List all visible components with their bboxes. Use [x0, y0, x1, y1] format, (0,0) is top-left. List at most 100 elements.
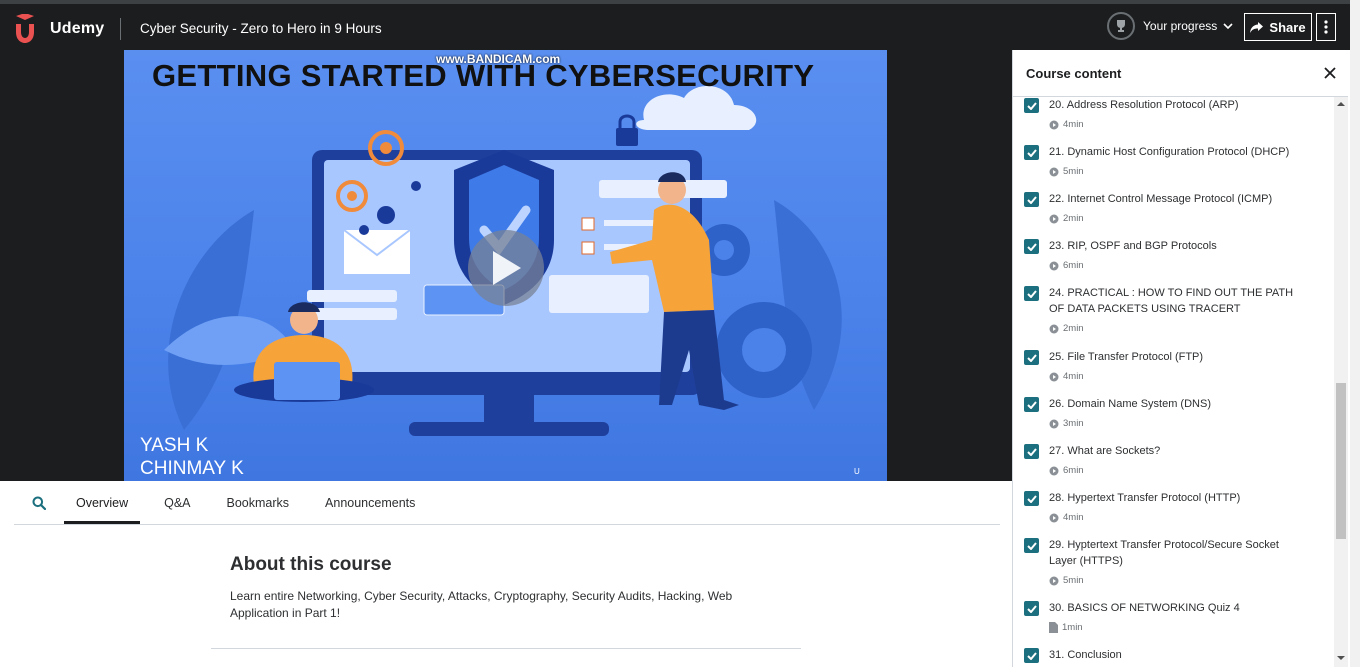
check-icon	[1026, 242, 1037, 251]
checkbox-checked[interactable]	[1024, 239, 1039, 254]
check-icon	[1026, 289, 1037, 298]
video-play-icon	[1049, 261, 1059, 270]
document-icon	[1049, 622, 1058, 633]
lecture-title: 20. Address Resolution Protocol (ARP)	[1049, 99, 1239, 111]
video-play-icon	[1049, 120, 1059, 129]
more-vertical-icon	[1324, 20, 1328, 34]
trophy-icon	[1117, 20, 1125, 32]
lecture-title: 22. Internet Control Message Protocol (I…	[1049, 193, 1273, 205]
checkbox-checked[interactable]	[1024, 648, 1039, 663]
tab-qa[interactable]: Q&A	[152, 482, 202, 524]
lecture-duration: 3min	[1063, 418, 1084, 429]
checkbox-checked[interactable]	[1024, 538, 1039, 553]
lecture-title: 24. PRACTICAL : HOW TO FIND OUT THE PATH…	[1049, 287, 1294, 315]
lecture-title: 21. Dynamic Host Configuration Protocol …	[1049, 146, 1290, 158]
share-button[interactable]: Share	[1244, 13, 1312, 41]
lecture-duration: 5min	[1063, 166, 1084, 177]
progress-label: Your progress	[1143, 19, 1218, 33]
more-options-button[interactable]	[1316, 13, 1336, 41]
author-name: CHINMAY K	[140, 458, 244, 479]
page-scrollbar[interactable]	[1350, 0, 1360, 667]
lecture-duration: 5min	[1063, 575, 1084, 586]
lecture-title: 25. File Transfer Protocol (FTP)	[1049, 351, 1204, 363]
udemy-logo-icon	[16, 14, 34, 43]
share-label: Share	[1269, 19, 1306, 35]
lecture-meta: 4min	[1049, 371, 1084, 382]
lecture-meta: 5min	[1049, 575, 1084, 586]
checkbox-checked[interactable]	[1024, 98, 1039, 113]
checkbox-checked[interactable]	[1024, 192, 1039, 207]
close-icon[interactable]	[1323, 66, 1337, 80]
lecture-duration: 4min	[1063, 371, 1084, 382]
video-authors: YASH K CHINMAY K	[140, 434, 244, 480]
checkbox-checked[interactable]	[1024, 350, 1039, 365]
tab-bookmarks[interactable]: Bookmarks	[215, 482, 302, 524]
video-play-icon	[1049, 576, 1059, 585]
tab-announcements[interactable]: Announcements	[313, 482, 427, 524]
scroll-up-icon[interactable]	[1334, 99, 1348, 109]
lecture-meta: 5min	[1049, 166, 1084, 177]
lecture-title: 30. BASICS OF NETWORKING Quiz 4	[1049, 602, 1240, 614]
video-play-icon	[1049, 167, 1059, 176]
check-icon	[1026, 195, 1037, 204]
lecture-meta: 6min	[1049, 465, 1084, 476]
check-icon	[1026, 494, 1037, 503]
check-icon	[1026, 447, 1037, 456]
lecture-title: 31. Conclusion	[1049, 649, 1122, 661]
lecture-duration: 1min	[1062, 622, 1083, 633]
lecture-duration: 6min	[1063, 465, 1084, 476]
checkbox-checked[interactable]	[1024, 397, 1039, 412]
lecture-list: 20. Address Resolution Protocol (ARP) 4m…	[1013, 97, 1348, 667]
top-bar: Udemy Cyber Security - Zero to Hero in 9…	[0, 0, 1360, 50]
lecture-title: 26. Domain Name System (DNS)	[1049, 398, 1211, 410]
search-tab[interactable]	[14, 482, 64, 524]
checkbox-checked[interactable]	[1024, 145, 1039, 160]
check-icon	[1026, 604, 1037, 613]
play-icon	[493, 251, 521, 285]
header-divider	[120, 18, 121, 40]
search-icon	[32, 496, 46, 510]
lecture-duration: 4min	[1063, 512, 1084, 523]
play-button[interactable]	[468, 230, 544, 306]
about-title: About this course	[230, 554, 392, 575]
progress-ring	[1107, 12, 1135, 40]
lecture-title: 29. Hyptertext Transfer Protocol/Secure …	[1049, 539, 1279, 567]
video-play-icon	[1049, 324, 1059, 333]
lecture-meta: 1min	[1049, 622, 1083, 633]
video-heading: GETTING STARTED WITH CYBERSECURITY	[152, 58, 815, 93]
video-frame[interactable]: U www.BANDICAM.com GETTING STARTED WITH …	[124, 50, 887, 481]
sidebar-scrollbar[interactable]	[1334, 97, 1348, 667]
check-icon	[1026, 148, 1037, 157]
chevron-down-icon	[1223, 23, 1233, 30]
section-divider	[211, 648, 801, 649]
checkbox-checked[interactable]	[1024, 601, 1039, 616]
share-icon	[1250, 21, 1264, 33]
checkbox-checked[interactable]	[1024, 491, 1039, 506]
checkbox-checked[interactable]	[1024, 286, 1039, 301]
video-play-icon	[1049, 466, 1059, 475]
lecture-meta: 2min	[1049, 323, 1084, 334]
about-description: Learn entire Networking, Cyber Security,…	[230, 589, 733, 620]
course-tabs: Overview Q&A Bookmarks Announcements	[14, 481, 1000, 525]
course-title[interactable]: Cyber Security - Zero to Hero in 9 Hours	[140, 21, 382, 36]
svg-text:U: U	[854, 467, 860, 476]
udemy-logo[interactable]: Udemy	[12, 14, 104, 44]
sidebar-scroll-thumb[interactable]	[1336, 383, 1346, 539]
author-name: YASH K	[140, 435, 209, 456]
check-icon	[1026, 101, 1037, 110]
check-icon	[1026, 541, 1037, 550]
video-play-icon	[1049, 372, 1059, 381]
lecture-duration: 2min	[1063, 213, 1084, 224]
video-player[interactable]: U www.BANDICAM.com GETTING STARTED WITH …	[0, 50, 1012, 481]
lecture-title: 28. Hypertext Transfer Protocol (HTTP)	[1049, 492, 1241, 504]
scroll-down-icon[interactable]	[1334, 653, 1348, 663]
video-play-icon	[1049, 214, 1059, 223]
checkbox-checked[interactable]	[1024, 444, 1039, 459]
check-icon	[1026, 651, 1037, 660]
video-play-icon	[1049, 513, 1059, 522]
sidebar-header: Course content	[1013, 50, 1348, 97]
tab-overview[interactable]: Overview	[64, 482, 141, 524]
check-icon	[1026, 353, 1037, 362]
lecture-meta: 2min	[1049, 213, 1084, 224]
progress-dropdown[interactable]: Your progress	[1107, 12, 1233, 40]
